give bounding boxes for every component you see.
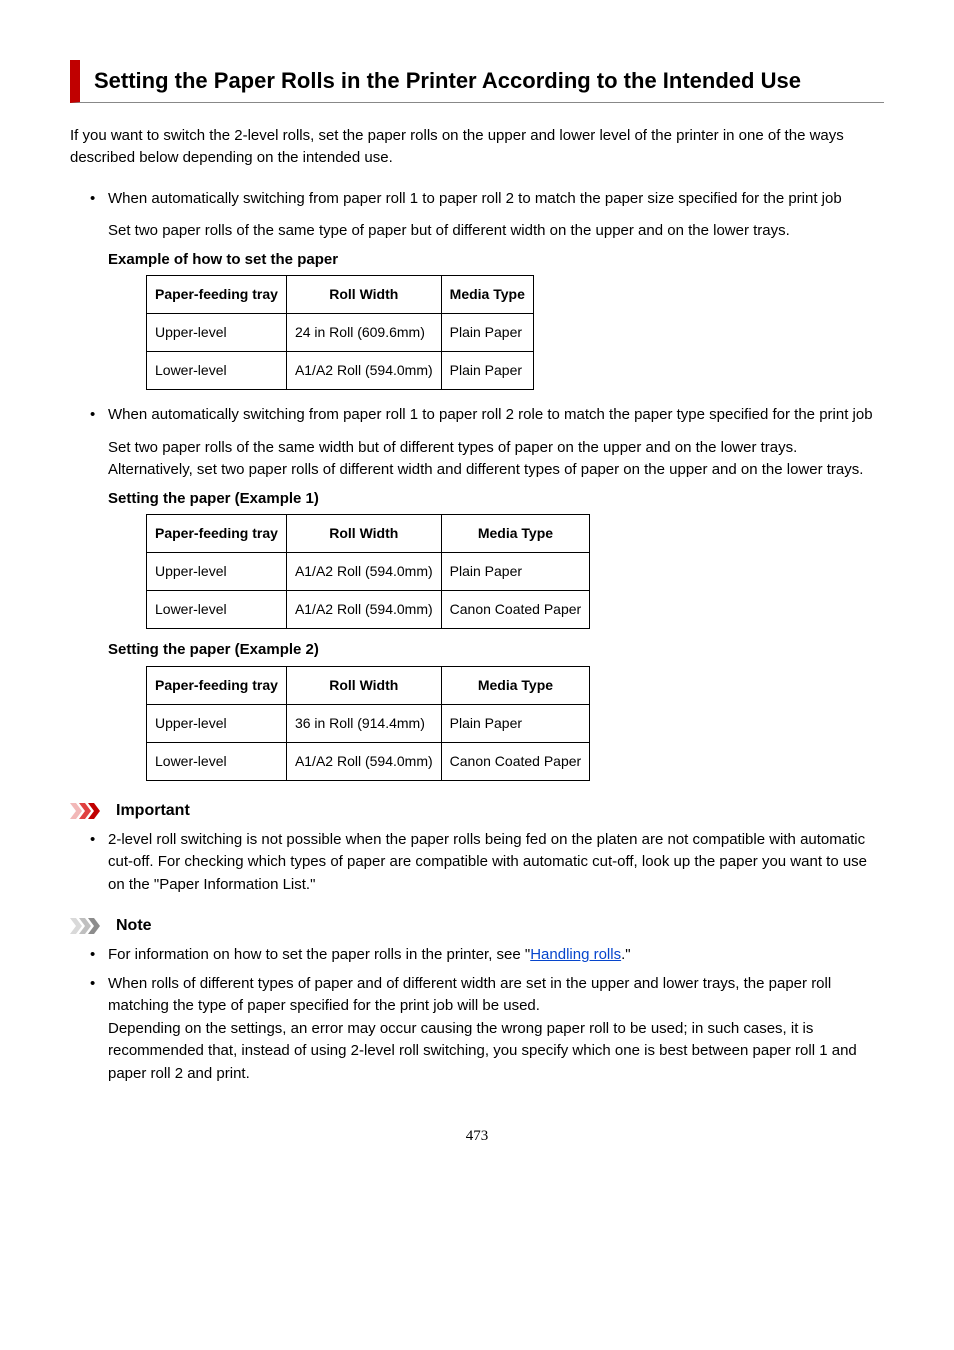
table-row: Upper-level 24 in Roll (609.6mm) Plain P… [147, 314, 534, 352]
bullet1-lead: When automatically switching from paper … [108, 188, 884, 211]
th-tray: Paper-feeding tray [147, 515, 287, 553]
th-width: Roll Width [286, 515, 441, 553]
th-tray: Paper-feeding tray [147, 666, 287, 704]
note-list: For information on how to set the paper … [90, 944, 884, 1085]
cell: Upper-level [147, 553, 287, 591]
main-bullet-list: When automatically switching from paper … [90, 188, 884, 781]
table-row: Upper-level 36 in Roll (914.4mm) Plain P… [147, 704, 590, 742]
note1-post: ." [621, 946, 631, 963]
cell: Lower-level [147, 352, 287, 390]
note-heading: Note [70, 914, 884, 938]
cell: Canon Coated Paper [441, 591, 590, 629]
bullet-item-2: When automatically switching from paper … [90, 404, 884, 781]
th-media: Media Type [441, 515, 590, 553]
th-media: Media Type [441, 276, 533, 314]
bullet2-lead: When automatically switching from paper … [108, 404, 884, 427]
note-icon [70, 918, 108, 934]
note-label: Note [116, 914, 152, 938]
cell: Lower-level [147, 591, 287, 629]
note-item-1: For information on how to set the paper … [90, 944, 884, 967]
note1-pre: For information on how to set the paper … [108, 946, 530, 963]
cell: 24 in Roll (609.6mm) [286, 314, 441, 352]
cell: Canon Coated Paper [441, 742, 590, 780]
bullet2-detail: Set two paper rolls of the same width bu… [108, 437, 884, 482]
cell: A1/A2 Roll (594.0mm) [286, 553, 441, 591]
table-header-row: Paper-feeding tray Roll Width Media Type [147, 276, 534, 314]
example-table-3: Paper-feeding tray Roll Width Media Type… [146, 666, 590, 781]
cell: Plain Paper [441, 352, 533, 390]
note2-para1: When rolls of different types of paper a… [108, 973, 884, 1018]
cell: Plain Paper [441, 314, 533, 352]
table-header-row: Paper-feeding tray Roll Width Media Type [147, 666, 590, 704]
cell: A1/A2 Roll (594.0mm) [286, 591, 441, 629]
table2-caption: Setting the paper (Example 1) [108, 488, 884, 511]
cell: Upper-level [147, 314, 287, 352]
bullet-item-1: When automatically switching from paper … [90, 188, 884, 391]
note-item-2: When rolls of different types of paper a… [90, 973, 884, 1086]
cell: Upper-level [147, 704, 287, 742]
table-row: Upper-level A1/A2 Roll (594.0mm) Plain P… [147, 553, 590, 591]
table-row: Lower-level A1/A2 Roll (594.0mm) Canon C… [147, 742, 590, 780]
table-header-row: Paper-feeding tray Roll Width Media Type [147, 515, 590, 553]
th-width: Roll Width [286, 276, 441, 314]
table-row: Lower-level A1/A2 Roll (594.0mm) Plain P… [147, 352, 534, 390]
th-width: Roll Width [286, 666, 441, 704]
cell: Lower-level [147, 742, 287, 780]
th-media: Media Type [441, 666, 590, 704]
cell: 36 in Roll (914.4mm) [286, 704, 441, 742]
bullet1-detail: Set two paper rolls of the same type of … [108, 220, 884, 243]
important-label: Important [116, 799, 190, 823]
handling-rolls-link[interactable]: Handling rolls [530, 946, 621, 963]
important-item: 2-level roll switching is not possible w… [90, 829, 884, 897]
cell: Plain Paper [441, 704, 590, 742]
page-title: Setting the Paper Rolls in the Printer A… [94, 66, 884, 96]
page-heading-block: Setting the Paper Rolls in the Printer A… [70, 60, 884, 103]
note2-para2: Depending on the settings, an error may … [108, 1018, 884, 1086]
table3-caption: Setting the paper (Example 2) [108, 639, 884, 662]
important-list: 2-level roll switching is not possible w… [90, 829, 884, 897]
table-row: Lower-level A1/A2 Roll (594.0mm) Canon C… [147, 591, 590, 629]
example-table-1: Paper-feeding tray Roll Width Media Type… [146, 275, 534, 390]
table1-caption: Example of how to set the paper [108, 249, 884, 272]
important-heading: Important [70, 799, 884, 823]
example-table-2: Paper-feeding tray Roll Width Media Type… [146, 514, 590, 629]
cell: A1/A2 Roll (594.0mm) [286, 742, 441, 780]
intro-paragraph: If you want to switch the 2-level rolls,… [70, 125, 884, 170]
page-number: 473 [70, 1125, 884, 1148]
th-tray: Paper-feeding tray [147, 276, 287, 314]
cell: Plain Paper [441, 553, 590, 591]
cell: A1/A2 Roll (594.0mm) [286, 352, 441, 390]
important-icon [70, 803, 108, 819]
